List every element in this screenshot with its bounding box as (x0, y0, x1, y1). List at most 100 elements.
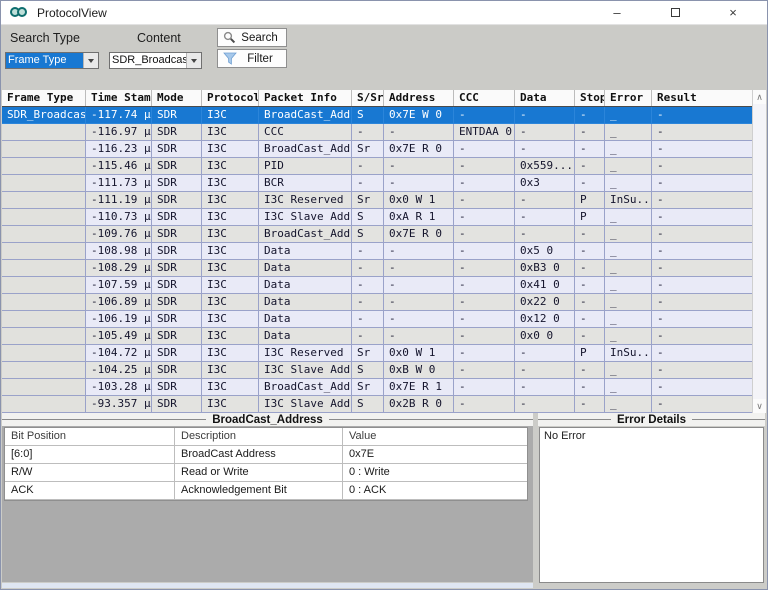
cell: 0x0 W 1 (384, 345, 454, 362)
cell (2, 311, 86, 328)
cell: - (352, 158, 384, 175)
table-row[interactable]: -107.59 µSSDRI3CData---0x41 0-_- (2, 277, 754, 294)
cell: [6:0] (5, 446, 175, 463)
maximize-button[interactable] (651, 1, 699, 24)
cell: - (454, 311, 515, 328)
detail-row[interactable]: [6:0]BroadCast Address0x7E (5, 446, 527, 464)
table-row[interactable]: -105.49 µSSDRI3CData---0x0 0-_- (2, 328, 754, 345)
scroll-down-icon[interactable]: ∨ (753, 399, 766, 413)
table-row[interactable]: -111.73 µSSDRI3CBCR---0x3-_- (2, 175, 754, 192)
cell: - (652, 107, 754, 124)
cell: _ (605, 396, 652, 413)
search-icon (223, 31, 236, 44)
cell: _ (605, 107, 652, 124)
cell: InSu... (605, 345, 652, 362)
cell: Value (343, 428, 527, 445)
table-row[interactable]: -104.25 µSSDRI3CI3C Slave Add...S0xB W 0… (2, 362, 754, 379)
search-button[interactable]: Search (217, 28, 287, 47)
scroll-up-icon[interactable]: ∧ (753, 90, 766, 104)
minimize-button[interactable]: – (593, 1, 641, 24)
table-row[interactable]: -116.97 µSSDRI3CCCC--ENTDAA 0--_- (2, 124, 754, 141)
cell (2, 124, 86, 141)
column-header[interactable]: Stop (575, 90, 605, 106)
filter-icon (223, 52, 237, 65)
cell: - (575, 362, 605, 379)
cell: _ (605, 175, 652, 192)
table-row[interactable]: -115.46 µSSDRI3CPID---0x559...-_- (2, 158, 754, 175)
cell: Description (175, 428, 343, 445)
cell: - (384, 311, 454, 328)
cell: SDR (152, 328, 202, 345)
filter-button-label: Filter (242, 53, 286, 65)
cell: BCR (259, 175, 352, 192)
cell: - (652, 141, 754, 158)
cell: I3C Slave Add... (259, 362, 352, 379)
cell (2, 328, 86, 345)
cell: -115.46 µS (86, 158, 152, 175)
column-header[interactable]: Error (605, 90, 652, 106)
cell: S (352, 107, 384, 124)
cell: -106.19 µS (86, 311, 152, 328)
cell: P (575, 209, 605, 226)
cell: P (575, 192, 605, 209)
cell: SDR (152, 192, 202, 209)
cell: - (575, 158, 605, 175)
column-header[interactable]: Frame Type (2, 90, 86, 106)
column-header[interactable]: Data (515, 90, 575, 106)
cell: SDR (152, 277, 202, 294)
cell: - (515, 362, 575, 379)
cell: - (454, 158, 515, 175)
detail-row[interactable]: Bit PositionDescriptionValue (5, 428, 527, 446)
chevron-down-icon[interactable] (186, 53, 201, 68)
filter-button[interactable]: Filter (217, 49, 287, 68)
content-dropdown[interactable]: SDR_Broadcast (109, 52, 202, 69)
cell: -104.25 µS (86, 362, 152, 379)
cell: I3C Slave Add... (259, 396, 352, 413)
table-row[interactable]: -109.76 µSSDRI3CBroadCast_Add...S0x7E R … (2, 226, 754, 243)
cell: - (352, 328, 384, 345)
cell: 0x12 0 (515, 311, 575, 328)
table-row[interactable]: -93.357 µSSDRI3CI3C Slave Add...S0x2B R … (2, 396, 754, 413)
cell: Data (259, 260, 352, 277)
column-header[interactable]: Protocol (202, 90, 259, 106)
cell: BroadCast_Add... (259, 379, 352, 396)
cell: _ (605, 311, 652, 328)
column-header[interactable]: CCC (454, 90, 515, 106)
column-header[interactable]: Time Stamp (86, 90, 152, 106)
cell: I3C (202, 396, 259, 413)
close-button[interactable]: × (709, 1, 757, 24)
table-row[interactable]: -106.19 µSSDRI3CData---0x12 0-_- (2, 311, 754, 328)
table-row[interactable]: -108.98 µSSDRI3CData---0x5 0-_- (2, 243, 754, 260)
table-row[interactable]: -108.29 µSSDRI3CData---0xB3 0-_- (2, 260, 754, 277)
column-header[interactable]: Result (652, 90, 754, 106)
cell: -93.357 µS (86, 396, 152, 413)
cell: SDR (152, 362, 202, 379)
table-row[interactable]: -116.23 µSSDRI3CBroadCast_Add...Sr0x7E R… (2, 141, 754, 158)
cell (2, 362, 86, 379)
table-row[interactable]: -103.28 µSSDRI3CBroadCast_Add...Sr0x7E R… (2, 379, 754, 396)
table-row[interactable]: -110.73 µSSDRI3CI3C Slave Add...S0xA R 1… (2, 209, 754, 226)
content-value: SDR_Broadcast (110, 53, 186, 68)
search-type-dropdown[interactable]: Frame Type (5, 52, 99, 69)
table-row[interactable]: -111.19 µSSDRI3CI3C ReservedSr0x0 W 1--P… (2, 192, 754, 209)
column-header[interactable]: S/Sr (352, 90, 384, 106)
table-row[interactable]: SDR_Broadcast-117.74 µSSDRI3CBroadCast_A… (2, 107, 754, 124)
table-row[interactable]: -106.89 µSSDRI3CData---0x22 0-_- (2, 294, 754, 311)
chevron-down-icon[interactable] (83, 53, 98, 68)
cell: I3C (202, 226, 259, 243)
column-header[interactable]: Mode (152, 90, 202, 106)
column-header[interactable]: Address (384, 90, 454, 106)
cell: - (454, 175, 515, 192)
cell: - (352, 243, 384, 260)
detail-row[interactable]: ACKAcknowledgement Bit0 : ACK (5, 482, 527, 500)
cell: Sr (352, 379, 384, 396)
title-bar: ProtocolView – × (1, 1, 767, 25)
detail-row[interactable]: R/WRead or Write0 : Write (5, 464, 527, 482)
vertical-scrollbar[interactable]: ∧ ∨ (752, 90, 766, 413)
column-header[interactable]: Packet Info (259, 90, 352, 106)
table-row[interactable]: -104.72 µSSDRI3CI3C ReservedSr0x0 W 1--P… (2, 345, 754, 362)
cell: Sr (352, 141, 384, 158)
cell: 0x0 0 (515, 328, 575, 345)
cell: - (575, 107, 605, 124)
cell: _ (605, 362, 652, 379)
